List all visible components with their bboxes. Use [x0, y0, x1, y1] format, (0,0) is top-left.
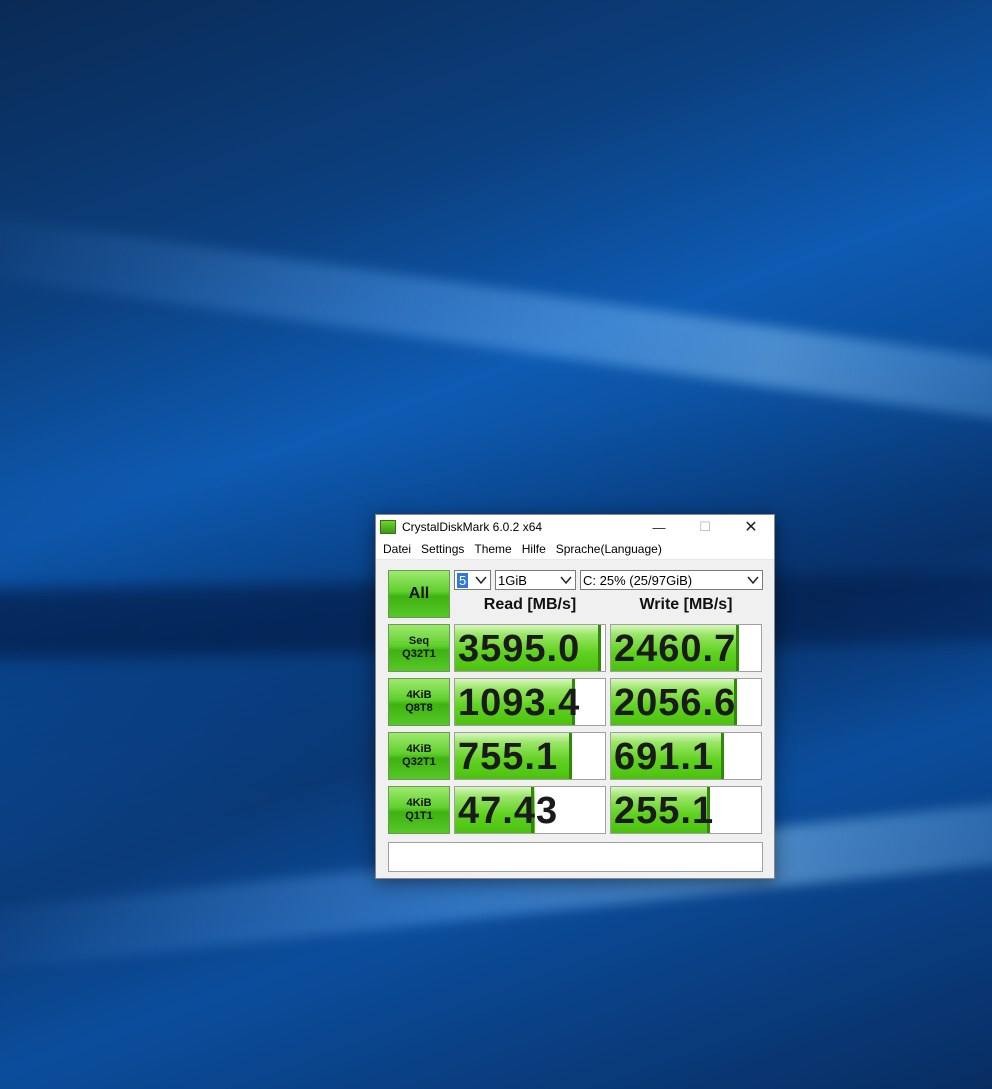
- comment-field[interactable]: [388, 842, 763, 872]
- test-label-line2: Q32T1: [402, 756, 436, 768]
- write-value: 255.1: [614, 790, 715, 832]
- menu-bar: Datei Settings Theme Hilfe Sprache(Langu…: [376, 539, 774, 560]
- menu-sprache[interactable]: Sprache(Language): [551, 542, 667, 556]
- chevron-down-icon: [747, 576, 759, 585]
- read-value: 1093.4: [458, 682, 581, 724]
- test-label-line2: Q32T1: [402, 648, 436, 660]
- result-write-4kib-q1t1: 255.1: [610, 786, 762, 834]
- test-button-seq-q32t1[interactable]: Seq Q32T1: [388, 624, 450, 672]
- read-value: 3595.0: [458, 628, 581, 670]
- test-button-4kib-q8t8[interactable]: 4KiB Q8T8: [388, 678, 450, 726]
- minimize-button[interactable]: —: [636, 515, 682, 539]
- test-count-value: 5: [457, 572, 469, 588]
- test-size-value: 1GiB: [498, 572, 527, 588]
- menu-settings[interactable]: Settings: [416, 542, 469, 556]
- test-label-line1: Seq: [408, 635, 430, 647]
- result-write-4kib-q8t8: 2056.6: [610, 678, 762, 726]
- title-bar[interactable]: CrystalDiskMark 6.0.2 x64 — ☐ ✕: [376, 515, 774, 539]
- chevron-down-icon: [475, 576, 487, 585]
- menu-hilfe[interactable]: Hilfe: [517, 542, 551, 556]
- menu-theme[interactable]: Theme: [469, 542, 516, 556]
- benchmark-panel: All 5 1GiB C: 25% (25/97GiB) Read [MB/s]…: [376, 560, 774, 880]
- test-label-line1: 4KiB: [406, 689, 432, 701]
- read-value: 755.1: [458, 736, 559, 778]
- test-label-line2: Q1T1: [405, 810, 433, 822]
- test-label-line1: 4KiB: [406, 797, 432, 809]
- test-button-4kib-q1t1[interactable]: 4KiB Q1T1: [388, 786, 450, 834]
- result-write-4kib-q32t1: 691.1: [610, 732, 762, 780]
- read-value: 47.43: [458, 790, 559, 832]
- test-label-line1: 4KiB: [406, 743, 432, 755]
- wallpaper-light-beam: [0, 210, 992, 437]
- write-value: 2056.6: [614, 682, 737, 724]
- menu-datei[interactable]: Datei: [378, 542, 416, 556]
- test-label-line2: Q8T8: [405, 702, 433, 714]
- write-value: 2460.7: [614, 628, 737, 670]
- result-read-4kib-q32t1: 755.1: [454, 732, 606, 780]
- result-read-4kib-q1t1: 47.43: [454, 786, 606, 834]
- chevron-down-icon: [560, 576, 572, 585]
- window-title: CrystalDiskMark 6.0.2 x64: [402, 520, 543, 534]
- close-button[interactable]: ✕: [728, 515, 774, 539]
- maximize-button[interactable]: ☐: [682, 515, 728, 539]
- crystaldiskmark-window: CrystalDiskMark 6.0.2 x64 — ☐ ✕ Datei Se…: [375, 514, 775, 879]
- test-button-4kib-q32t1[interactable]: 4KiB Q32T1: [388, 732, 450, 780]
- result-read-4kib-q8t8: 1093.4: [454, 678, 606, 726]
- write-header: Write [MB/s]: [639, 596, 733, 613]
- read-header: Read [MB/s]: [483, 596, 577, 613]
- drive-select[interactable]: C: 25% (25/97GiB): [580, 570, 763, 590]
- app-icon: [380, 520, 396, 534]
- test-size-select[interactable]: 1GiB: [495, 570, 576, 590]
- result-read-seq-q32t1: 3595.0: [454, 624, 606, 672]
- write-value: 691.1: [614, 736, 715, 778]
- result-write-seq-q32t1: 2460.7: [610, 624, 762, 672]
- test-count-select[interactable]: 5: [454, 570, 491, 590]
- drive-value: C: 25% (25/97GiB): [583, 572, 693, 588]
- run-all-button[interactable]: All: [388, 570, 450, 618]
